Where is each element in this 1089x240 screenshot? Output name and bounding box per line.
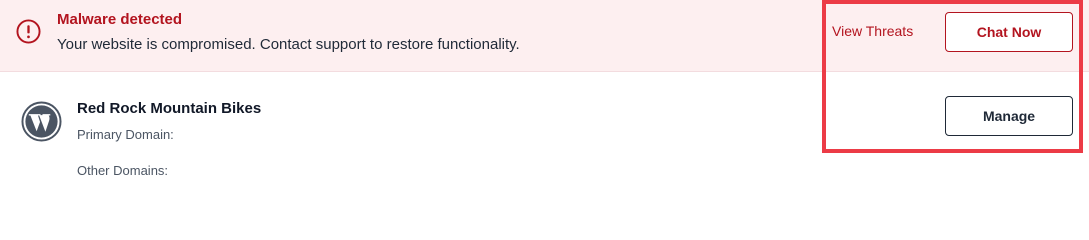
malware-alert-banner: Malware detected Your website is comprom… bbox=[0, 0, 1089, 72]
site-name: Red Rock Mountain Bikes bbox=[77, 100, 262, 117]
primary-domain-label: Primary Domain: bbox=[77, 127, 174, 142]
chat-now-button[interactable]: Chat Now bbox=[945, 12, 1073, 52]
manage-button[interactable]: Manage bbox=[945, 96, 1073, 136]
wordpress-icon bbox=[21, 101, 62, 142]
alert-circle-icon bbox=[16, 19, 41, 44]
site-card-page: Malware detected Your website is comprom… bbox=[0, 0, 1089, 200]
alert-message: Your website is compromised. Contact sup… bbox=[57, 36, 520, 53]
other-domains-label: Other Domains: bbox=[77, 163, 169, 178]
view-threats-link[interactable]: View Threats bbox=[832, 23, 913, 39]
alert-title: Malware detected bbox=[57, 11, 183, 28]
